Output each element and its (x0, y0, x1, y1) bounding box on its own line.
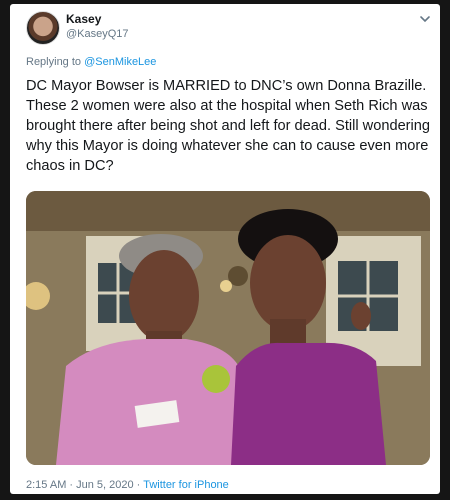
replying-to-label: Replying to (26, 56, 85, 68)
chevron-down-icon[interactable] (418, 12, 432, 26)
author-name[interactable]: Kasey (66, 12, 101, 26)
tweet-timestamp[interactable]: 2:15 AM · Jun 5, 2020 · (26, 479, 143, 491)
screenshot-frame: Kasey @KaseyQ17 Replying to @SenMikeLee … (0, 0, 450, 500)
tweet-meta: 2:15 AM · Jun 5, 2020 · Twitter for iPho… (26, 479, 229, 491)
tweet-text: DC Mayor Bowser is MARRIED to DNC’s own … (26, 78, 431, 174)
author-handle[interactable]: @KaseyQ17 (66, 28, 129, 40)
photo-illustration (26, 191, 430, 465)
reply-mention-link[interactable]: @SenMikeLee (84, 56, 156, 68)
author-avatar[interactable] (26, 11, 60, 45)
tweet-photo[interactable] (26, 191, 430, 465)
replying-to-line: Replying to @SenMikeLee (26, 56, 156, 68)
tweet-source-link[interactable]: Twitter for iPhone (143, 479, 229, 491)
